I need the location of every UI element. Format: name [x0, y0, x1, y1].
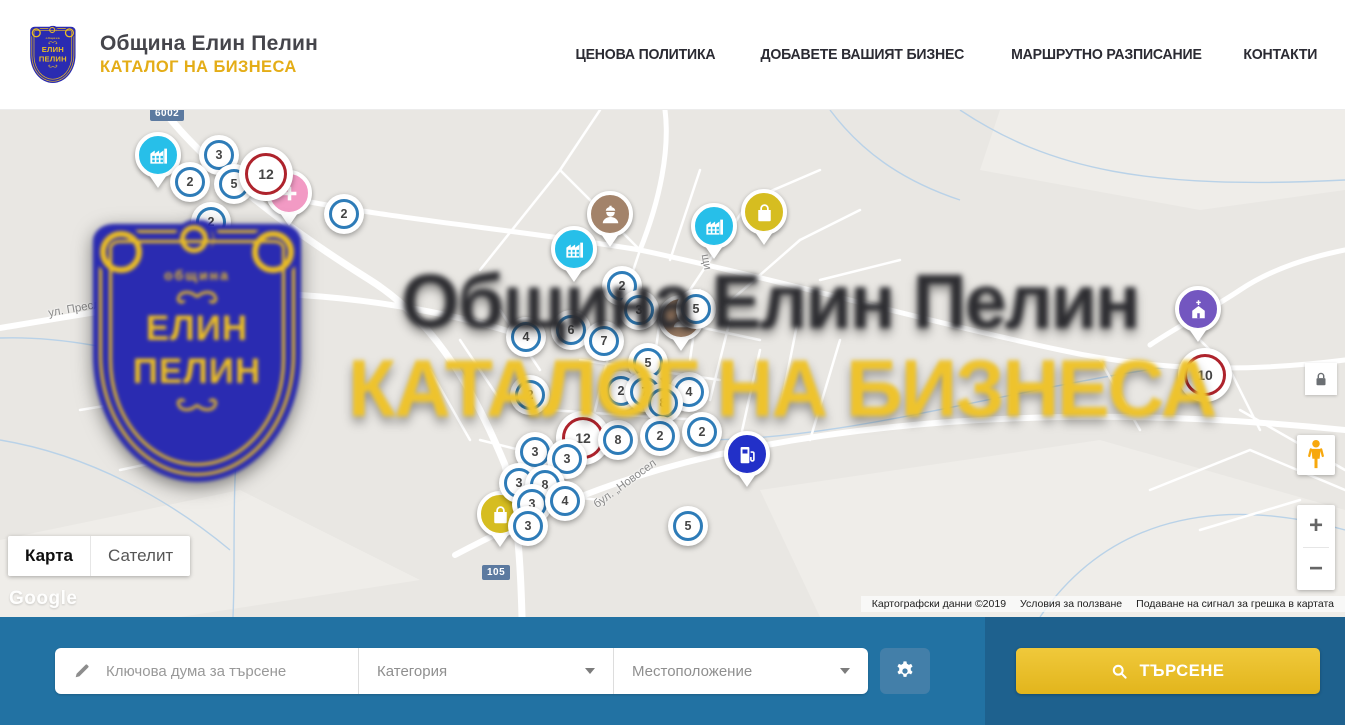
google-logo[interactable]: Google — [9, 588, 77, 610]
crest-word-pelin: ПЕЛИН — [39, 55, 67, 63]
pegman-control[interactable] — [1297, 435, 1335, 475]
map-cluster-layer: 3251222235647522748128223338343510 — [0, 110, 1345, 617]
map-cluster-marker[interactable]: 2 — [640, 416, 680, 456]
map-cluster-marker[interactable]: 8 — [598, 420, 638, 460]
search-input-group: Категория Местоположение — [55, 648, 868, 694]
map-cluster-marker[interactable]: 5 — [668, 506, 708, 546]
location-select-label: Местоположение — [632, 663, 752, 680]
keyword-field-wrap — [55, 648, 358, 694]
map-cluster-marker[interactable]: 2 — [510, 375, 550, 415]
category-select[interactable]: Категория — [358, 648, 613, 694]
main-nav: ЦЕНОВА ПОЛИТИКА ДОБАВЕТЕ ВАШИЯТ БИЗНЕС МАР… — [571, 46, 1320, 63]
map-canvas[interactable]: ул. Преславбул. „Новоселщи 6002105 32512… — [0, 110, 1345, 617]
lock-icon[interactable] — [1305, 363, 1337, 395]
header: община ЕЛИН ПЕЛИН Община Елин Пелин КАТА… — [0, 0, 1345, 110]
map-type-satellite-button[interactable]: Сателит — [90, 536, 190, 576]
gear-icon — [893, 659, 917, 683]
nav-item[interactable]: КОНТАКТИ — [1244, 46, 1318, 63]
advanced-settings-button[interactable] — [880, 648, 930, 694]
map-cluster-marker[interactable]: 2 — [191, 202, 231, 242]
pencil-icon — [73, 662, 91, 680]
nav-item[interactable]: ДОБАВЕТЕ ВАШИЯТ БИЗНЕС — [760, 46, 964, 63]
municipality-crest-icon: община ЕЛИН ПЕЛИН — [28, 25, 80, 85]
location-select[interactable]: Местоположение — [613, 648, 868, 694]
map-attribution-link[interactable]: Подаване на сигнал за грешка в картата — [1129, 598, 1341, 610]
map-cluster-marker[interactable]: 12 — [239, 147, 293, 201]
search-panel: Категория Местоположение ТЪРСЕНЕ — [0, 617, 1345, 725]
map-cluster-marker[interactable]: 2 — [324, 194, 364, 234]
map-cluster-marker[interactable]: 4 — [506, 317, 546, 357]
crest-word-elin: ЕЛИН — [42, 45, 64, 53]
zoom-out-button[interactable]: − — [1297, 548, 1335, 590]
crest-word-obshtina: община — [46, 36, 60, 39]
search-button[interactable]: ТЪРСЕНЕ — [1016, 648, 1320, 694]
map-type-map-button[interactable]: Карта — [8, 536, 90, 576]
map-cluster-marker[interactable]: 5 — [676, 289, 716, 329]
nav-item[interactable]: МАРШРУТНО РАЗПИСАНИЕ — [1011, 46, 1202, 63]
map-type-control: Карта Сателит — [8, 536, 190, 576]
zoom-control: + − — [1297, 505, 1335, 590]
map-cluster-marker[interactable]: 2 — [170, 162, 210, 202]
site-title: Община Елин Пелин — [100, 32, 318, 56]
zoom-in-button[interactable]: + — [1297, 505, 1335, 547]
search-icon — [1111, 663, 1128, 680]
map-attribution-link[interactable]: Условия за ползване — [1013, 598, 1129, 610]
map-attribution-text: Картографски данни ©2019 — [865, 598, 1013, 610]
site-subtitle: КАТАЛОГ НА БИЗНЕСА — [100, 58, 318, 77]
map-cluster-marker[interactable]: 10 — [1178, 348, 1232, 402]
search-button-label: ТЪРСЕНЕ — [1139, 662, 1224, 681]
map-cluster-marker[interactable]: 7 — [584, 321, 624, 361]
map-attribution: Картографски данни ©2019Условия за ползв… — [861, 596, 1345, 612]
map-cluster-marker[interactable]: 4 — [545, 481, 585, 521]
chevron-down-icon — [840, 668, 850, 674]
nav-item[interactable]: ЦЕНОВА ПОЛИТИКА — [576, 46, 716, 63]
map-cluster-marker[interactable]: 3 — [508, 506, 548, 546]
category-select-label: Категория — [377, 663, 447, 680]
site-logo[interactable]: община ЕЛИН ПЕЛИН Община Елин Пелин КАТА… — [28, 25, 318, 85]
map-cluster-marker[interactable]: 3 — [619, 290, 659, 330]
keyword-input[interactable] — [104, 662, 338, 681]
map-cluster-marker[interactable]: 2 — [682, 412, 722, 452]
logo-text: Община Елин Пелин КАТАЛОГ НА БИЗНЕСА — [100, 32, 318, 77]
page: община ЕЛИН ПЕЛИН Община Елин Пелин КАТА… — [0, 0, 1345, 725]
chevron-down-icon — [585, 668, 595, 674]
